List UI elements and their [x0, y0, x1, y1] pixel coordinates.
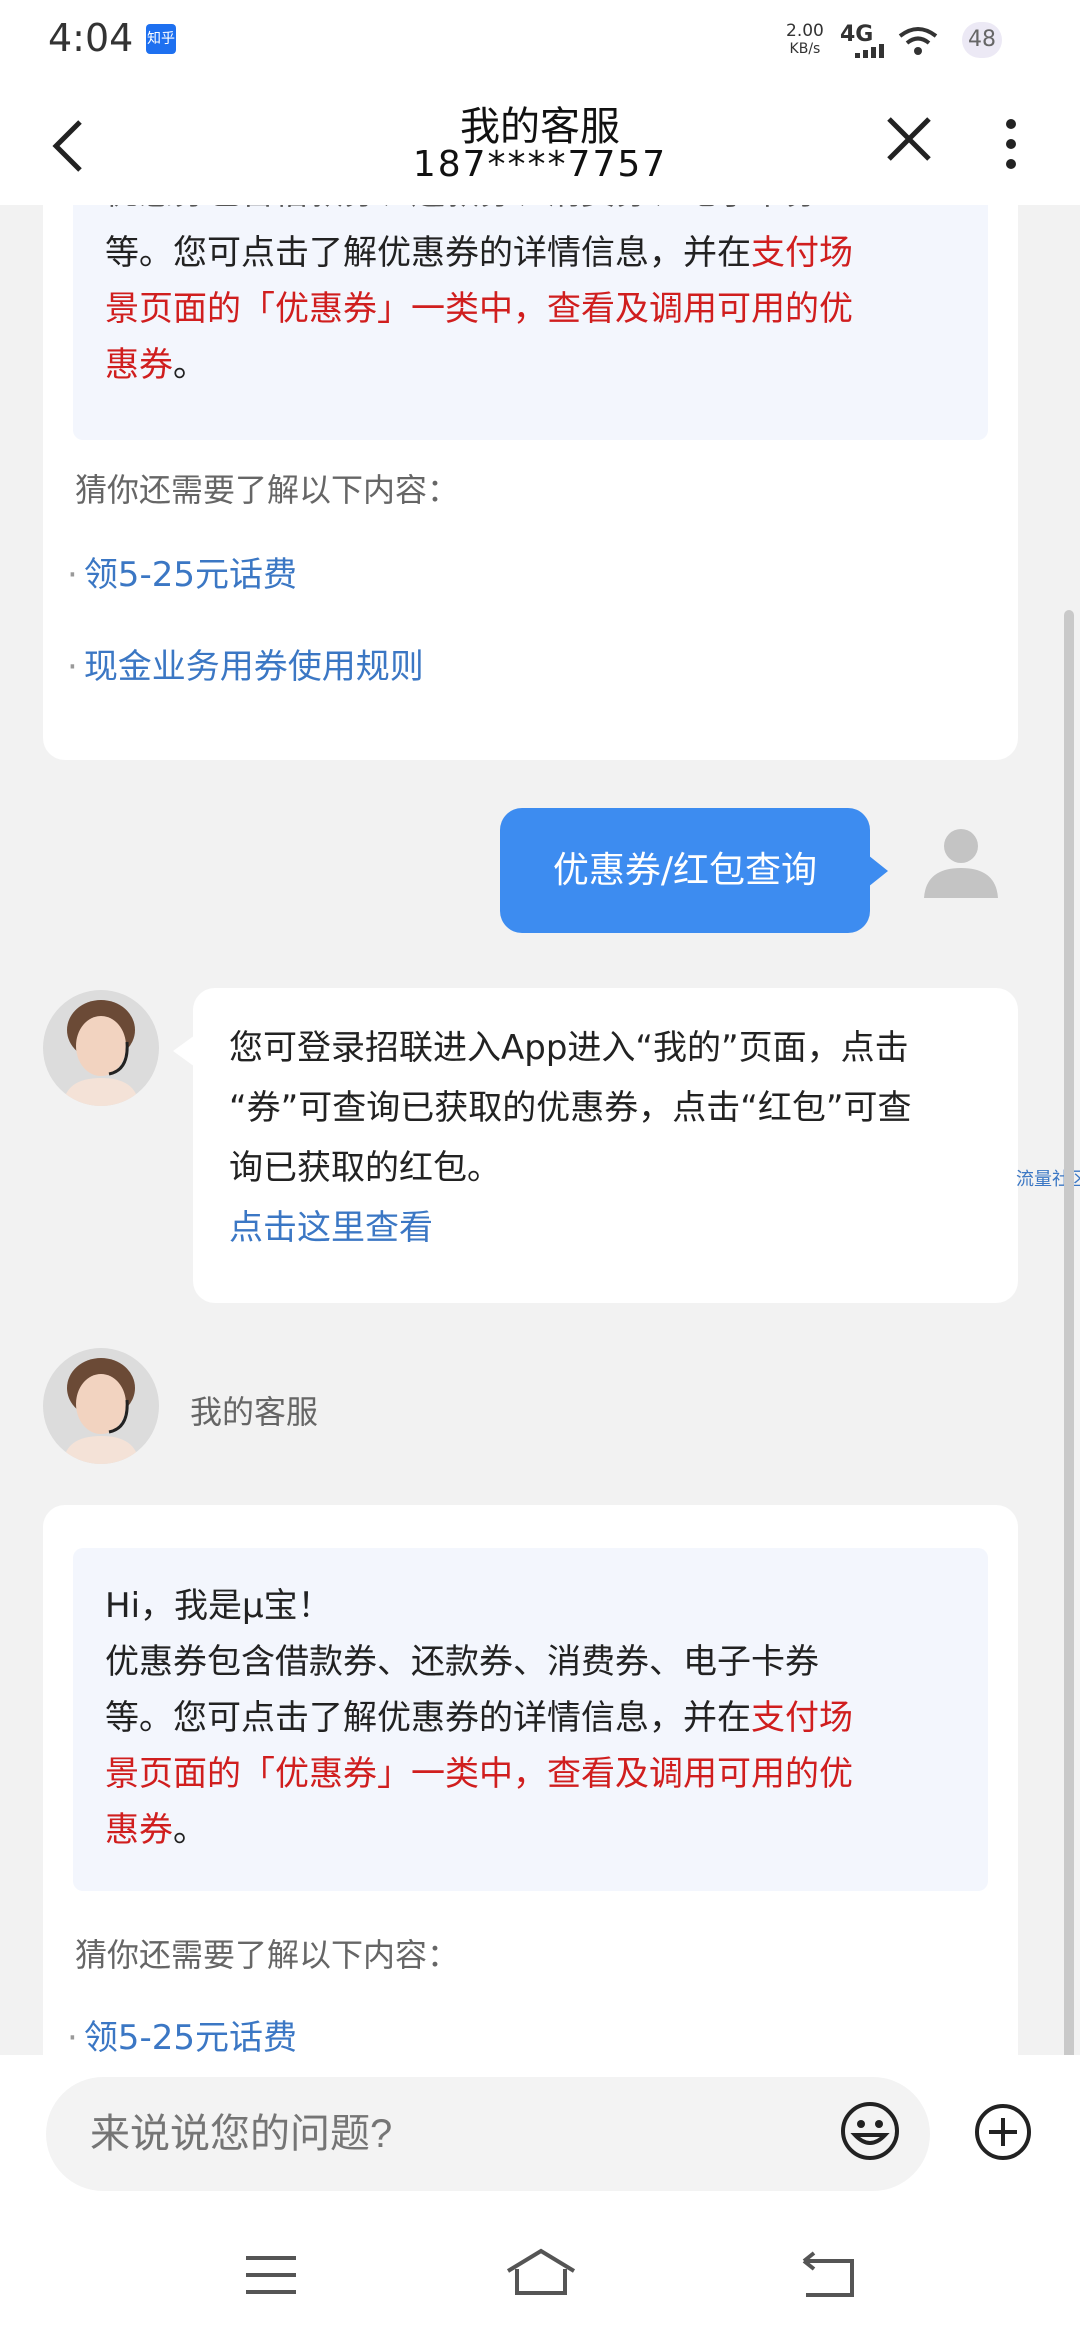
- agent-name: 我的客服: [190, 1393, 319, 1431]
- agent-avatar: [43, 990, 159, 1106]
- message-text-plain: 等。您可点击了解优惠券的详情信息，并在: [105, 1698, 751, 1738]
- reply-line: 您可登录招联进入App进入“我的”页面，点击: [229, 1028, 909, 1068]
- chat-header: 我的客服 187****7757: [0, 80, 1080, 205]
- suggest-link-label: 领5-25元话费: [83, 555, 297, 595]
- agent-bubble-arrow: [173, 1035, 195, 1067]
- message-input[interactable]: [46, 2077, 930, 2191]
- agent-message-card: Hi，我是μ宝！ 优惠券包含借款券、还款券、消费券、电子卡券 等。您可点击了解优…: [43, 1505, 1018, 2055]
- signal-icon: [855, 44, 884, 58]
- reply-line: “券”可查询已获取的优惠券，点击“红包”可查: [229, 1088, 912, 1128]
- view-here-link[interactable]: 点击这里查看: [229, 1200, 433, 1249]
- highlight-text: 惠券: [105, 345, 173, 385]
- cut-text-line: 优惠券包含借款券、还款券、消费券、电子卡券: [105, 205, 985, 221]
- message-text-plain: 等。您可点击了解优惠券的详情信息，并在: [105, 233, 751, 273]
- network-rate-unit: KB/s: [789, 41, 821, 57]
- network-rate: 2.00 KB/s: [786, 22, 824, 58]
- status-time: 4:04: [48, 16, 134, 60]
- back-nav-icon[interactable]: [796, 2251, 856, 2299]
- agent-reply-bubble: 您可登录招联进入App进入“我的”页面，点击 “券”可查询已获取的优惠券，点击“…: [193, 988, 1018, 1303]
- status-bar: 4:04 知乎 2.00 KB/s 4G 48: [0, 0, 1080, 80]
- user-message-bubble: 优惠券/红包查询: [500, 808, 870, 933]
- suggest-link-label: 现金业务用券使用规则: [83, 647, 424, 687]
- chat-scrollbar[interactable]: [1064, 610, 1074, 2055]
- network-rate-value: 2.00: [786, 21, 824, 41]
- agent-avatar: [43, 1348, 159, 1464]
- message-text-plain: 优惠券包含借款券、还款券、消费券、电子卡券: [105, 1642, 819, 1682]
- user-avatar-icon: [924, 829, 998, 898]
- highlight-text: 惠券: [105, 1810, 173, 1850]
- emoji-icon[interactable]: [840, 2101, 900, 2161]
- message-text: 等。您可点击了解优惠券的详情信息，并在支付场 景页面的「优惠券」一类中，查看及调…: [105, 225, 985, 393]
- system-nav-bar: [0, 2205, 1080, 2340]
- plus-icon[interactable]: [974, 2103, 1032, 2161]
- agent-message-card: 优惠券包含借款券、还款券、消费券、电子卡券 等。您可点击了解优惠券的详情信息，并…: [43, 205, 1018, 760]
- agent-avatar-icon: [43, 990, 159, 1106]
- user-bubble-arrow: [868, 855, 888, 887]
- zhihu-app-icon: 知乎: [146, 24, 176, 54]
- close-icon[interactable]: [886, 116, 932, 162]
- wifi-icon: [898, 27, 938, 55]
- message-body: 优惠券包含借款券、还款券、消费券、电子卡券 等。您可点击了解优惠券的详情信息，并…: [73, 205, 988, 440]
- input-bar: [0, 2055, 1080, 2205]
- message-text-plain: 。: [173, 1810, 207, 1850]
- highlight-text: 支付场: [751, 1698, 853, 1738]
- message-text: Hi，我是μ宝！ 优惠券包含借款券、还款券、消费券、电子卡券 等。您可点击了解优…: [105, 1578, 985, 1858]
- suggest-hint: 猜你还需要了解以下内容：: [75, 471, 460, 509]
- home-icon[interactable]: [505, 2247, 577, 2297]
- agent-reply-text: 您可登录招联进入App进入“我的”页面，点击 “券”可查询已获取的优惠券，点击“…: [229, 1018, 1009, 1198]
- suggest-link-label: 领5-25元话费: [83, 2018, 297, 2055]
- chat-area[interactable]: 优惠券包含借款券、还款券、消费券、电子卡券 等。您可点击了解优惠券的详情信息，并…: [0, 205, 1080, 2055]
- greeting-text: Hi，我是μ宝！: [105, 1586, 332, 1626]
- suggest-link-2[interactable]: · 现金业务用券使用规则: [67, 639, 424, 688]
- highlight-text: 景页面的「优惠券」一类中，查看及调用可用的优: [105, 289, 853, 329]
- highlight-text: 支付场: [751, 233, 853, 273]
- suggest-link-1[interactable]: · 领5-25元话费: [67, 547, 297, 596]
- suggest-link-1[interactable]: · 领5-25元话费: [67, 2010, 297, 2055]
- agent-avatar-icon: [43, 1348, 159, 1464]
- message-body: Hi，我是μ宝！ 优惠券包含借款券、还款券、消费券、电子卡券 等。您可点击了解优…: [73, 1548, 988, 1891]
- message-text-plain: 。: [173, 345, 207, 385]
- reply-line: 询已获取的红包。: [229, 1148, 501, 1188]
- suggest-hint: 猜你还需要了解以下内容：: [75, 1936, 460, 1974]
- battery-indicator: 48: [962, 22, 1002, 58]
- menu-icon[interactable]: [244, 2255, 298, 2295]
- more-options-icon[interactable]: [1004, 116, 1018, 172]
- highlight-text: 景页面的「优惠券」一类中，查看及调用可用的优: [105, 1754, 853, 1794]
